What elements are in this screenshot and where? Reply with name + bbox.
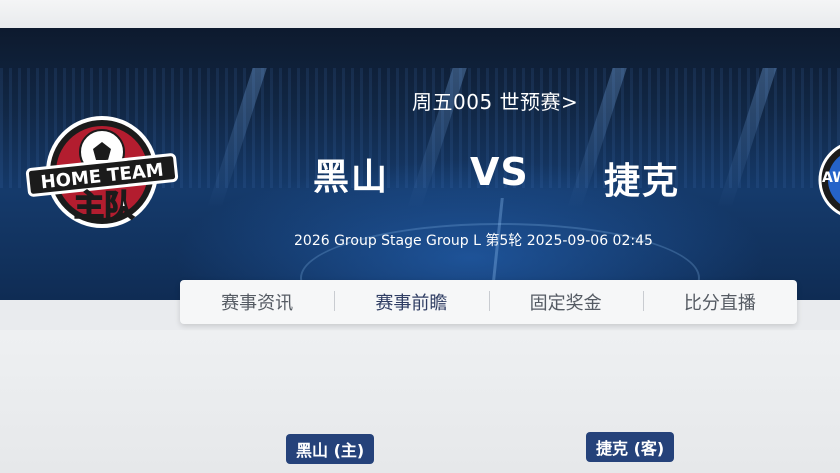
match-title-link[interactable]: 周五005 世预赛> <box>412 86 578 115</box>
away-logo-text: AW <box>822 170 840 186</box>
tab-news[interactable]: 赛事资讯 <box>180 289 334 315</box>
match-info: 2026 Group Stage Group L 第5轮 2025-09-06 … <box>294 233 653 249</box>
home-team-badge: 黑山 (主) <box>286 434 375 464</box>
away-team-name: 捷克 <box>604 161 681 202</box>
home-team-logo: HOME TEAM 主队 <box>25 116 179 228</box>
tab-bar: 赛事资讯 赛事前瞻 固定奖金 比分直播 <box>180 280 797 324</box>
away-team-logo: AW <box>818 144 840 216</box>
logo-text-zhudui: 主队 <box>74 189 135 224</box>
vs-label: VS <box>470 150 529 194</box>
tab-fixed-prize[interactable]: 固定奖金 <box>488 289 643 315</box>
tab-preview[interactable]: 赛事前瞻 <box>334 289 488 315</box>
home-team-name: 黑山 <box>313 157 390 198</box>
content-area <box>0 330 840 473</box>
tab-live-score[interactable]: 比分直播 <box>642 289 797 315</box>
top-strip <box>0 0 840 30</box>
away-team-badge: 捷克 (客) <box>586 432 675 462</box>
